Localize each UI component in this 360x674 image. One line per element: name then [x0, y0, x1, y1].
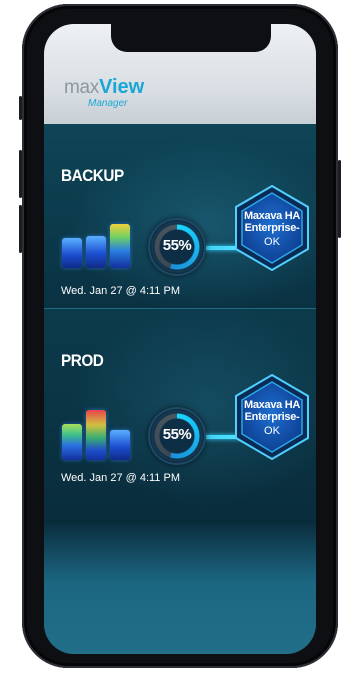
activity-bar: [86, 236, 106, 268]
volume-up-button: [19, 96, 22, 120]
last-updated-timestamp: Wed. Jan 27 @ 4:11 PM: [61, 285, 180, 297]
system-card-prod[interactable]: PROD 55% Maxava HA Enterprise- OK Wed. J…: [44, 309, 316, 524]
mute-switch: [19, 205, 22, 253]
hex-status: OK: [264, 236, 280, 248]
hex-title: Maxava HA Enterprise-: [232, 210, 312, 234]
power-button: [338, 160, 341, 238]
logo-manager-text: Manager: [88, 98, 128, 109]
hex-title-line1: Maxava HA: [244, 399, 300, 411]
activity-bar: [62, 238, 82, 268]
gauge-percent: 55%: [162, 237, 192, 254]
replication-status-hex[interactable]: Maxava HA Enterprise- OK: [232, 184, 312, 272]
hex-title-line2: Enterprise-: [244, 411, 300, 423]
hex-status: OK: [264, 425, 280, 437]
activity-bar: [110, 430, 130, 460]
activity-bar: [86, 410, 106, 460]
system-title: PROD: [61, 351, 104, 370]
maxview-logo[interactable]: maxView Manager: [64, 76, 145, 109]
gauge-dial: 55%: [148, 407, 206, 465]
activity-bar: [62, 424, 82, 460]
activity-bar: [110, 224, 130, 268]
system-card-backup[interactable]: BACKUP 55% Maxava HA Enterprise- OK Wed.…: [44, 124, 316, 309]
activity-bars: [62, 400, 136, 460]
replication-status-hex[interactable]: Maxava HA Enterprise- OK: [232, 373, 312, 461]
app-screen: maxView Manager BACKUP 55% Maxava HA Ent…: [44, 24, 316, 654]
system-title: BACKUP: [61, 166, 124, 185]
logo-max-text: max: [64, 77, 99, 98]
hex-title-line2: Enterprise-: [244, 222, 300, 234]
last-updated-timestamp: Wed. Jan 27 @ 4:11 PM: [61, 472, 180, 484]
volume-down-button: [19, 150, 22, 198]
hex-title: Maxava HA Enterprise-: [232, 399, 312, 423]
activity-bars: [62, 208, 136, 268]
gauge-dial: 55%: [148, 218, 206, 276]
gauge-percent: 55%: [162, 426, 192, 443]
hex-title-line1: Maxava HA: [244, 210, 300, 222]
logo-view-text: View: [99, 76, 145, 98]
empty-footer-area: [44, 524, 316, 654]
phone-notch: [111, 24, 271, 52]
